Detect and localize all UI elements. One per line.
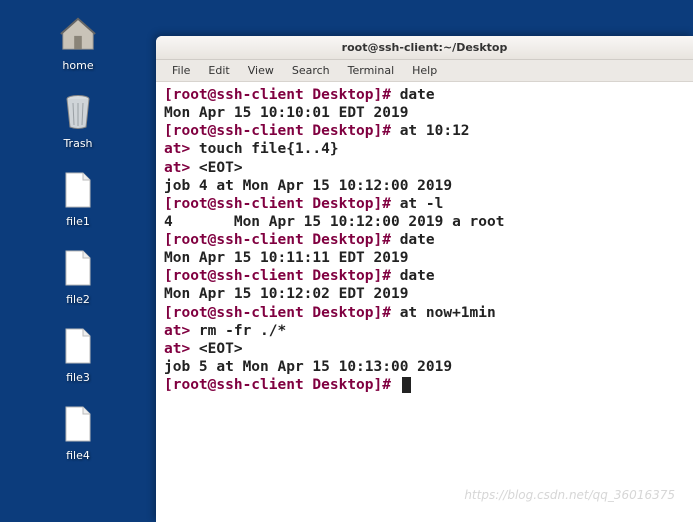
terminal-line: 4 Mon Apr 15 10:12:00 2019 a root (164, 213, 685, 231)
shell-command: date (400, 232, 435, 248)
terminal-line: Mon Apr 15 10:11:11 EDT 2019 (164, 249, 685, 267)
terminal-line: [root@ssh-client Desktop]# date (164, 86, 685, 104)
desktop-icon-label: Trash (63, 137, 92, 150)
at-command: <EOT> (199, 160, 243, 176)
desktop-icon-label: file3 (66, 371, 90, 384)
desktop-icon-file3[interactable]: file3 (50, 326, 106, 384)
shell-prompt: [root@ssh-client Desktop]# (164, 377, 400, 393)
at-prompt: at> (164, 341, 199, 357)
terminal-line: [root@ssh-client Desktop]# (164, 376, 685, 394)
file-icon (58, 326, 98, 366)
shell-command: at -l (400, 196, 444, 212)
menu-help[interactable]: Help (404, 62, 445, 79)
shell-command: date (400, 268, 435, 284)
desktop-icon-file1[interactable]: file1 (50, 170, 106, 228)
desktop-icon-label: home (62, 59, 93, 72)
shell-prompt: [root@ssh-client Desktop]# (164, 196, 400, 212)
at-prompt: at> (164, 323, 199, 339)
shell-command: at 10:12 (400, 123, 470, 139)
terminal-output: Mon Apr 15 10:11:11 EDT 2019 (164, 250, 408, 266)
terminal-body[interactable]: [root@ssh-client Desktop]# dateMon Apr 1… (156, 82, 693, 522)
at-command: touch file{1..4} (199, 141, 339, 157)
cursor-block (402, 377, 411, 393)
desktop-icons-column: home Trash file1 file2 file3 file4 (50, 14, 106, 462)
menu-view[interactable]: View (240, 62, 282, 79)
shell-prompt: [root@ssh-client Desktop]# (164, 232, 400, 248)
terminal-output: Mon Apr 15 10:12:02 EDT 2019 (164, 286, 408, 302)
shell-command: at now+1min (400, 305, 496, 321)
terminal-output: 4 Mon Apr 15 10:12:00 2019 a root (164, 214, 504, 230)
home-icon (58, 14, 98, 54)
desktop-icon-Trash[interactable]: Trash (50, 92, 106, 150)
trash-icon (58, 92, 98, 132)
terminal-window: root@ssh-client:~/Desktop FileEditViewSe… (156, 36, 693, 522)
desktop-icon-home[interactable]: home (50, 14, 106, 72)
desktop-icon-file2[interactable]: file2 (50, 248, 106, 306)
terminal-line: [root@ssh-client Desktop]# date (164, 231, 685, 249)
at-prompt: at> (164, 141, 199, 157)
file-icon (58, 404, 98, 444)
at-prompt: at> (164, 160, 199, 176)
window-title: root@ssh-client:~/Desktop (342, 41, 508, 54)
shell-prompt: [root@ssh-client Desktop]# (164, 123, 400, 139)
menu-search[interactable]: Search (284, 62, 338, 79)
terminal-line: at> <EOT> (164, 340, 685, 358)
terminal-line: [root@ssh-client Desktop]# at now+1min (164, 304, 685, 322)
shell-prompt: [root@ssh-client Desktop]# (164, 268, 400, 284)
desktop-icon-file4[interactable]: file4 (50, 404, 106, 462)
menu-edit[interactable]: Edit (200, 62, 237, 79)
file-icon (58, 170, 98, 210)
menu-terminal[interactable]: Terminal (340, 62, 403, 79)
menu-file[interactable]: File (164, 62, 198, 79)
terminal-output: job 5 at Mon Apr 15 10:13:00 2019 (164, 359, 452, 375)
at-command: rm -fr ./* (199, 323, 286, 339)
terminal-line: Mon Apr 15 10:10:01 EDT 2019 (164, 104, 685, 122)
terminal-line: at> <EOT> (164, 159, 685, 177)
terminal-line: at> touch file{1..4} (164, 140, 685, 158)
menubar: FileEditViewSearchTerminalHelp (156, 60, 693, 82)
shell-prompt: [root@ssh-client Desktop]# (164, 305, 400, 321)
window-titlebar[interactable]: root@ssh-client:~/Desktop (156, 36, 693, 60)
terminal-line: job 5 at Mon Apr 15 10:13:00 2019 (164, 358, 685, 376)
terminal-line: [root@ssh-client Desktop]# date (164, 267, 685, 285)
terminal-line: Mon Apr 15 10:12:02 EDT 2019 (164, 285, 685, 303)
desktop-icon-label: file4 (66, 449, 90, 462)
shell-command: date (400, 87, 435, 103)
file-icon (58, 248, 98, 288)
terminal-line: [root@ssh-client Desktop]# at 10:12 (164, 122, 685, 140)
terminal-line: job 4 at Mon Apr 15 10:12:00 2019 (164, 177, 685, 195)
terminal-line: [root@ssh-client Desktop]# at -l (164, 195, 685, 213)
terminal-output: Mon Apr 15 10:10:01 EDT 2019 (164, 105, 408, 121)
desktop-icon-label: file1 (66, 215, 90, 228)
shell-prompt: [root@ssh-client Desktop]# (164, 87, 400, 103)
at-command: <EOT> (199, 341, 243, 357)
terminal-output: job 4 at Mon Apr 15 10:12:00 2019 (164, 178, 452, 194)
desktop-icon-label: file2 (66, 293, 90, 306)
terminal-line: at> rm -fr ./* (164, 322, 685, 340)
